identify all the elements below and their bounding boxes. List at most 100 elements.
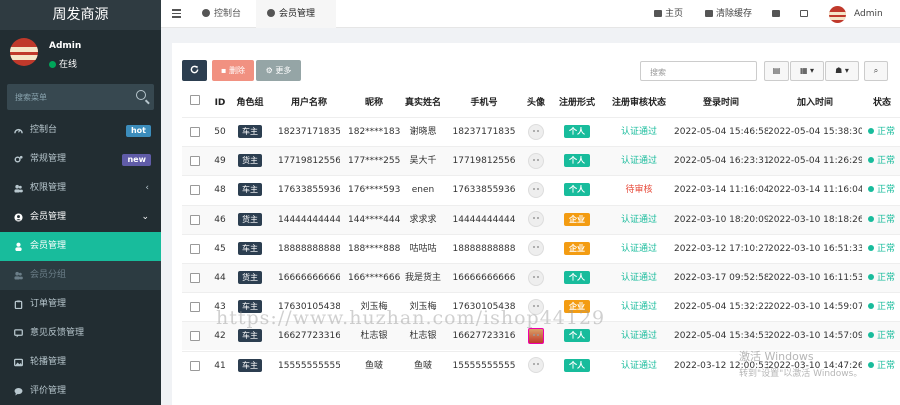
sidebar-item-member-manage[interactable]: 会员管理 <box>0 232 161 261</box>
avatar[interactable] <box>829 6 846 23</box>
login-cell: 2022-03-17 09:52:58 <box>674 273 768 283</box>
login-cell: 2022-03-10 18:20:09 <box>674 214 768 225</box>
col-id[interactable]: ID <box>212 89 228 117</box>
sidebar-item-general[interactable]: 常规管理 new <box>0 145 161 174</box>
status-text: 正常 <box>877 156 896 167</box>
avatar[interactable] <box>528 240 544 257</box>
avatar-cell <box>520 352 552 381</box>
join-cell: 2022-03-14 11:16:04 <box>768 185 862 196</box>
username-cell: 16666666666 <box>278 273 340 283</box>
reg-type-cell: 企业 <box>552 206 602 235</box>
join-cell: 2022-03-10 14:59:07 <box>768 302 862 313</box>
table-row[interactable]: 46 货主 14444444444 144****4444 求求求 14444444444… <box>182 204 900 235</box>
more-button[interactable]: ⚙ 更多 <box>256 60 301 81</box>
refresh-button[interactable] <box>182 60 207 81</box>
table-search-input[interactable]: 搜索 <box>640 61 757 81</box>
sidebar-item-orders[interactable]: 订单管理 <box>0 290 161 319</box>
login-cell: 2022-05-04 16:23:31 <box>674 156 768 167</box>
col-join-time[interactable]: 加入时间 <box>768 89 862 117</box>
search-icon[interactable] <box>136 90 146 100</box>
columns-dropdown[interactable]: ▦ ▾ <box>790 61 824 81</box>
user-icon <box>267 9 275 17</box>
table-row[interactable]: 44 货主 16666666666 166****6666 我是货主 1666666666… <box>182 263 900 292</box>
status-text: 正常 <box>877 214 896 225</box>
sidebar-item-member-group[interactable]: 会员分组 <box>0 261 161 290</box>
menu-toggle-icon[interactable] <box>172 9 181 20</box>
role-badge: 货主 <box>238 154 262 168</box>
row-checkbox[interactable] <box>190 127 200 137</box>
col-status[interactable]: 状态 <box>862 89 900 117</box>
username-cell: 18237171835 <box>278 127 340 137</box>
row-checkbox[interactable] <box>190 156 200 167</box>
top-bar: 控制台 会员管理 主页 清除缓存 Admin <box>161 0 900 28</box>
sidebar-item-banner[interactable]: 轮播管理 <box>0 348 161 377</box>
avatar[interactable] <box>528 211 544 228</box>
new-badge: new <box>122 154 151 166</box>
row-checkbox[interactable] <box>190 302 200 313</box>
menu-search-input[interactable]: 搜索菜单 <box>7 84 154 110</box>
admin-menu[interactable]: Admin <box>854 0 883 28</box>
table-row[interactable]: 50 车主 18237171835 182****1835 谢晓恩 18237171835… <box>182 117 900 146</box>
brand-title[interactable]: 周发商源 <box>0 0 161 30</box>
tab-dashboard[interactable]: 控制台 <box>191 0 255 28</box>
reg-type-cell: 个人 <box>552 352 602 381</box>
search-toggle-button[interactable]: ⌕ <box>864 61 888 81</box>
clear-cache-button[interactable]: 清除缓存 <box>705 0 752 28</box>
phone-cell: 18237171835 <box>452 127 516 137</box>
row-checkbox[interactable] <box>190 243 200 254</box>
id-cell: 45 <box>214 243 226 254</box>
status-cell: 正常 <box>862 147 900 176</box>
table-row[interactable]: 49 货主 17719812556 177****2556 吴大千 17719812556… <box>182 146 900 176</box>
fullscreen-button[interactable] <box>800 0 811 28</box>
table-row[interactable]: 48 车主 17633855936 176****5936 enen 1763385593… <box>182 175 900 204</box>
home-link[interactable]: 主页 <box>654 0 683 28</box>
sidebar-item-label: 会员管理 <box>30 212 67 222</box>
avatar-cell <box>520 206 552 235</box>
col-login-time[interactable]: 登录时间 <box>674 89 768 117</box>
col-username[interactable]: 用户名称 <box>278 89 340 117</box>
sidebar-item-dashboard[interactable]: 控制台 hot <box>0 116 161 145</box>
sidebar-item-feedback[interactable]: 意见反馈管理 <box>0 319 161 348</box>
tab-members[interactable]: 会员管理 <box>256 0 336 28</box>
reg-type-badge: 个人 <box>564 183 590 197</box>
row-checkbox[interactable] <box>190 360 200 371</box>
select-all-checkbox[interactable] <box>190 95 200 105</box>
sidebar-item-members[interactable]: 会员管理 ⌄ <box>0 203 161 232</box>
col-audit[interactable]: 注册审核状态 <box>604 89 674 117</box>
reg-type-badge: 个人 <box>564 329 590 343</box>
col-nickname[interactable]: 昵称 <box>348 89 400 117</box>
col-phone[interactable]: 手机号 <box>446 89 522 117</box>
table-row[interactable]: 45 车主 18888888888 188****8888 咕咕咕 18888888888… <box>182 233 900 264</box>
row-checkbox[interactable] <box>190 214 200 225</box>
row-checkbox[interactable] <box>190 331 200 342</box>
col-role[interactable]: 角色组 <box>230 89 270 117</box>
audit-status: 认证通过 <box>620 273 657 283</box>
dashboard-icon <box>202 9 210 17</box>
avatar[interactable] <box>528 152 544 169</box>
translate-button[interactable] <box>772 0 783 28</box>
sidebar-item-auth[interactable]: 权限管理 ‹ <box>0 174 161 203</box>
avatar[interactable] <box>528 181 544 198</box>
row-checkbox[interactable] <box>190 273 200 283</box>
delete-button[interactable]: ▪ 删除 <box>212 60 254 81</box>
sidebar-item-reviews[interactable]: 评价管理 <box>0 377 161 405</box>
join-cell: 2022-03-10 16:11:53 <box>768 273 862 283</box>
col-realname[interactable]: 真实姓名 <box>400 89 446 117</box>
avatar[interactable] <box>528 357 544 374</box>
col-reg-type[interactable]: 注册形式 <box>552 89 602 117</box>
role-badge: 货主 <box>238 212 262 226</box>
avatar[interactable] <box>528 269 544 286</box>
login-cell: 2022-03-12 17:10:27 <box>674 243 768 254</box>
avatar[interactable] <box>528 123 544 140</box>
status-cell: 正常 <box>862 264 900 293</box>
row-checkbox[interactable] <box>190 185 200 196</box>
nick-cell: 176****5936 <box>348 185 400 196</box>
export-dropdown[interactable]: ☗ ▾ <box>825 61 859 81</box>
toggle-view-button[interactable]: ▤ <box>764 61 789 81</box>
activation-title: 激活 Windows <box>739 350 814 363</box>
role-cell: 车主 <box>230 235 270 264</box>
col-avatar[interactable]: 头像 <box>520 89 552 117</box>
audit-status: 认证通过 <box>620 127 657 137</box>
avatar-cell <box>520 235 552 264</box>
avatar[interactable] <box>528 327 544 344</box>
